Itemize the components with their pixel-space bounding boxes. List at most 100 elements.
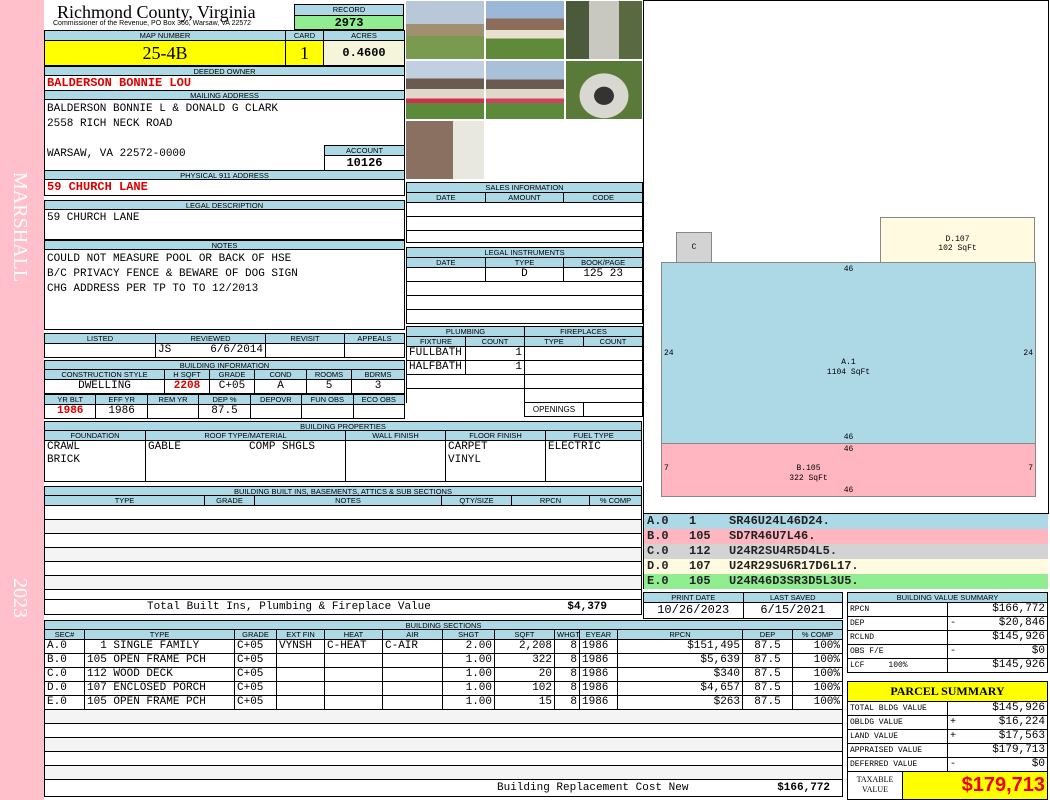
sketch-section-c: C [676, 232, 712, 263]
section-cell: C.0 [44, 667, 85, 682]
summary-label: OBS F/E [847, 644, 948, 659]
floor-finish: VINYL [448, 454, 482, 466]
sketch-label: B.105 [796, 464, 821, 473]
col-header: BDRMS [351, 369, 405, 380]
summary-row: OBS F/E - $0 [847, 644, 1048, 659]
property-photo[interactable] [405, 60, 485, 120]
summary-sign [947, 743, 962, 758]
col-header: WALL FINISH [345, 430, 446, 441]
summary-label: DEP [847, 616, 948, 631]
sections-table: SEC# TYPE GRADE EXT FIN HEAT AIR SHGT SQFT WHGT E… [44, 629, 843, 797]
section-cell: 100% [792, 639, 843, 654]
legend-code: 107 [689, 559, 711, 573]
col-header: ROOMS [306, 369, 352, 380]
summary-sign: + [947, 729, 962, 744]
col-header: DATE [406, 192, 486, 203]
section-cell: 100% [792, 681, 843, 696]
col-header: ECO OBS [352, 394, 406, 405]
account-number: 10126 [324, 155, 405, 171]
legend-section: B.0 [647, 529, 669, 543]
section-cell: 100% [792, 667, 843, 682]
summary-value: $16,224 [961, 715, 1048, 730]
record-number: 2973 [294, 15, 404, 30]
section-cell: 100% [792, 653, 843, 668]
section-cell [276, 681, 325, 696]
floor-finish: CARPET [448, 441, 488, 454]
section-cell: 8 [554, 667, 580, 682]
col-header: GRADE [234, 629, 277, 640]
dimension: 46 [843, 445, 854, 454]
sketch-area: 322 SqFt [789, 474, 828, 483]
fireplaces-label: FIREPLACES [524, 326, 643, 337]
fixture: HALFBATH [406, 360, 466, 375]
col-header: HEAT [324, 629, 383, 640]
instrument-type: D [484, 267, 565, 282]
col-header: LISTED [44, 333, 156, 344]
col-header: NOTES [254, 495, 442, 506]
summary-label: DEFERRED VALUE [847, 757, 948, 772]
property-photo[interactable] [485, 60, 565, 120]
col-header: FLOOR FINISH [445, 430, 546, 441]
property-photo[interactable] [485, 0, 565, 60]
card-label: CARD [285, 30, 324, 41]
property-photo[interactable] [565, 60, 643, 120]
built-ins-total: $4,379 [567, 600, 607, 613]
col-header: SQFT [494, 629, 555, 640]
notes: COULD NOT MEASURE POOL OR BACK OF HSE B/… [44, 249, 405, 330]
section-cell [276, 695, 325, 710]
section-row: D.0 107 ENCLOSED PORCH C+05 1.00 102 8 1986 $4,… [44, 681, 843, 696]
summary-value: $0 [961, 757, 1048, 772]
col-header: BOOK/PAGE [563, 257, 643, 268]
col-header: CONSTRUCTION STYLE [44, 369, 165, 380]
map-block: MAP NUMBER CARD ACRES 25-4B 1 0.4600 [44, 30, 405, 66]
section-cell [382, 695, 443, 710]
property-photo[interactable] [405, 0, 485, 60]
summary-label: RCLND [847, 630, 948, 645]
legend-section: A.0 [647, 514, 669, 528]
section-cell: 1.00 [442, 695, 495, 710]
col-header: AMOUNT [484, 192, 565, 203]
section-row: E.0 105 OPEN FRAME PCH C+05 1.00 15 8 1986 $263… [44, 695, 843, 710]
note-line: B/C PRIVACY FENCE & BEWARE OF DOG SIGN [47, 268, 298, 280]
col-header: FIXTURE [406, 336, 466, 347]
section-cell: 1.00 [442, 653, 495, 668]
review-table: LISTED REVIEWED REVISIT APPEALS JS 6/6/2014 [44, 333, 405, 358]
property-photo[interactable] [405, 120, 485, 180]
section-cell: 1986 [579, 667, 618, 682]
taxable-value: $179,713 [902, 771, 1048, 800]
property-photo[interactable] [565, 0, 643, 60]
summary-row: DEFERRED VALUE - $0 [847, 757, 1048, 772]
section-cell: $5,639 [617, 653, 743, 668]
summary-row: OBLDG VALUE + $16,224 [847, 715, 1048, 730]
parcel-summary: TOTAL BLDG VALUE $145,926 OBLDG VALUE + $16,… [847, 701, 1048, 772]
dimension: 46 [843, 486, 854, 495]
sketch-section-d: D.107 102 SqFt [880, 217, 1035, 263]
legend-path: U24R2SU4R5D4L5. [729, 544, 838, 558]
summary-label: LAND VALUE [847, 729, 948, 744]
sketch-legend-row: A.0 1 SR46U24L46D24. [643, 514, 1048, 529]
summary-value: $145,926 [961, 658, 1048, 673]
section-cell: $263 [617, 695, 743, 710]
bedrooms: 3 [351, 379, 405, 394]
plumbing-label: PLUMBING [406, 326, 525, 337]
effective-year: 1986 [95, 404, 148, 419]
replacement-cost-label: Building Replacement Cost New [497, 781, 689, 794]
summary-label: APPRAISED VALUE [847, 743, 948, 758]
col-header: % COMP [792, 629, 843, 640]
summary-sign [947, 602, 962, 617]
section-row: B.0 105 OPEN FRAME PCH C+05 1.00 322 8 1986 $5,… [44, 653, 843, 668]
summary-sign: - [947, 644, 962, 659]
col-header: COND [254, 369, 307, 380]
building-props-table: FOUNDATION ROOF TYPE/MATERIAL WALL FINISH F… [44, 430, 642, 482]
replacement-cost: $166,772 [777, 781, 830, 794]
col-header: SHGT [442, 629, 495, 640]
value-summary-label: BUILDING VALUE SUMMARY [847, 592, 1048, 603]
sales-label: SALES INFORMATION [406, 182, 643, 193]
summary-value: $166,772 [961, 602, 1048, 617]
plumbing-fireplace-table: PLUMBING FIREPLACES FIXTURE COUNT TYPE COUNT… [406, 326, 643, 417]
section-cell: 87.5 [742, 653, 793, 668]
section-cell: 100% [792, 695, 843, 710]
legend-code: 112 [689, 544, 711, 558]
fixture: FULLBATH [406, 346, 466, 361]
mailing-line: BALDERSON BONNIE L & DONALD G CLARK [47, 103, 279, 115]
